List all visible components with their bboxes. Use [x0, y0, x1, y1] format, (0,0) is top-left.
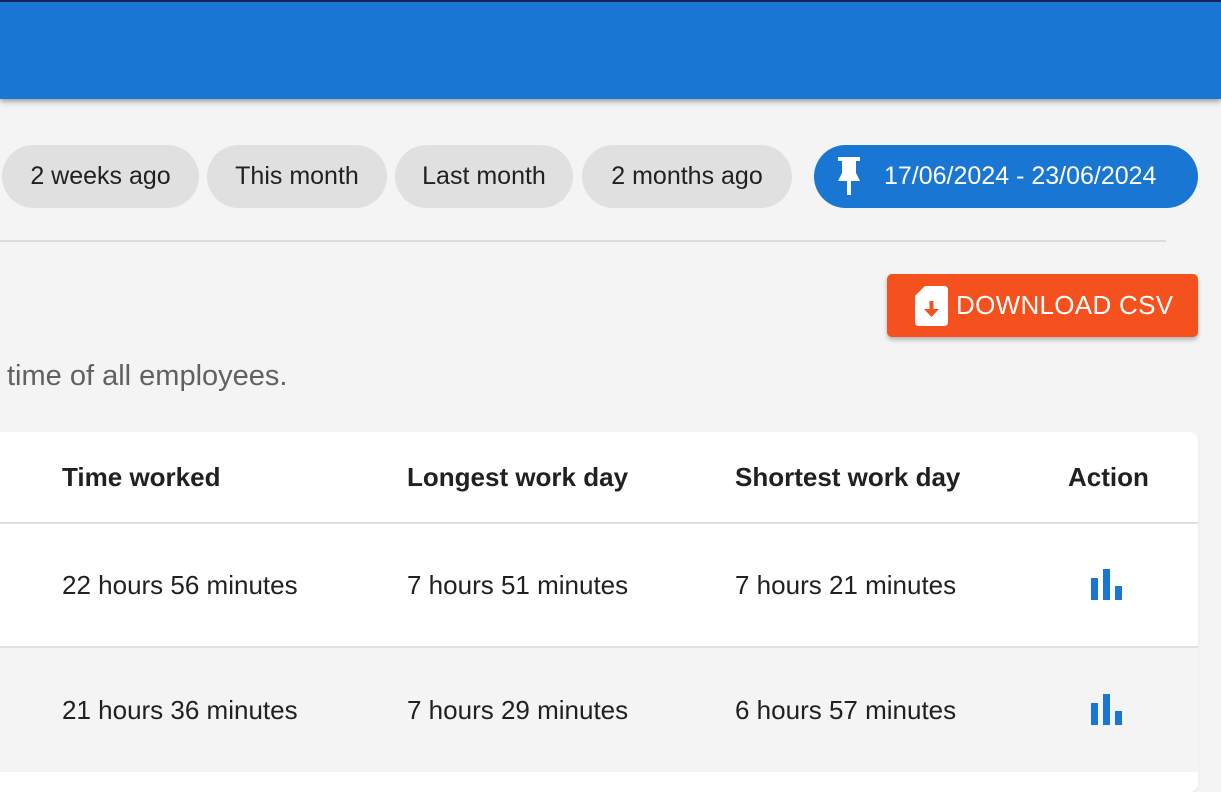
time-worked-cell: 22 hours 56 minutes [62, 569, 298, 600]
chip-2-months-ago[interactable]: 2 months ago [582, 145, 792, 208]
view-stats-button[interactable] [1090, 524, 1124, 646]
chip-2-weeks-ago[interactable]: 2 weeks ago [2, 145, 199, 208]
bar-chart-icon [1091, 569, 1122, 600]
chip-last-month[interactable]: Last month [395, 145, 573, 208]
bar-chart-icon [1091, 694, 1122, 725]
shortest-work-day-cell: 7 hours 21 minutes [735, 569, 957, 600]
shortest-work-day-cell: 6 hours 57 minutes [735, 694, 957, 725]
column-header-action: Action [1068, 461, 1149, 492]
selected-date-range-label: 17/06/2024 - 23/06/2024 [884, 162, 1157, 190]
pin-icon [836, 156, 862, 197]
view-stats-button[interactable] [1090, 648, 1124, 772]
longest-work-day-cell: 7 hours 29 minutes [407, 694, 629, 725]
table-row: 22 hours 56 minutes 7 hours 51 minutes 7… [0, 524, 1198, 648]
column-header-longest-work-day: Longest work day [407, 461, 629, 492]
divider [0, 240, 1166, 242]
file-download-icon [915, 285, 948, 326]
longest-work-day-cell: 7 hours 51 minutes [407, 569, 629, 600]
table-header-row: Time worked Longest work day Shortest wo… [0, 432, 1198, 524]
column-header-time-worked: Time worked [62, 461, 221, 492]
time-worked-cell: 21 hours 36 minutes [62, 694, 298, 725]
table-row: 21 hours 36 minutes 7 hours 29 minutes 6… [0, 648, 1198, 772]
download-csv-label: DOWNLOAD CSV [956, 290, 1174, 320]
selected-date-range-chip[interactable]: 17/06/2024 - 23/06/2024 [814, 145, 1198, 208]
download-csv-button[interactable]: DOWNLOAD CSV [887, 274, 1198, 337]
app-bar [0, 0, 1221, 99]
page-description: time of all employees. [7, 360, 288, 392]
chip-this-month[interactable]: This month [207, 145, 387, 208]
employees-time-table: Time worked Longest work day Shortest wo… [0, 432, 1198, 792]
column-header-shortest-work-day: Shortest work day [735, 461, 961, 492]
